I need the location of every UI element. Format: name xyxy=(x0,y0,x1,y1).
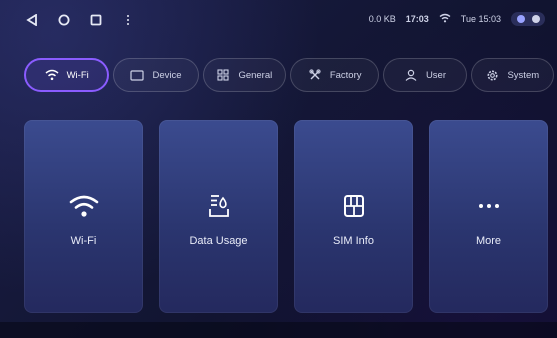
card-label: SIM Info xyxy=(333,235,374,247)
status-indicators: 0.0 KB 17:03 Tue 15:03 xyxy=(369,12,545,26)
tab-label: Factory xyxy=(329,69,362,81)
screen: 0.0 KB 17:03 Tue 15:03 Wi-Fi Device Gene… xyxy=(0,0,557,338)
sim-icon xyxy=(294,190,413,222)
card-label: Wi-Fi xyxy=(70,235,97,247)
tab-system[interactable]: System xyxy=(470,58,554,92)
system-nav xyxy=(24,12,136,28)
more-icon xyxy=(429,190,548,222)
data-usage-icon xyxy=(159,190,278,222)
grid-icon xyxy=(216,68,230,82)
tab-label: User xyxy=(425,69,446,81)
bottom-band xyxy=(0,322,557,338)
tab-label: General xyxy=(238,69,273,81)
tab-factory[interactable]: Factory xyxy=(290,58,380,92)
wifi-icon xyxy=(45,68,59,82)
tools-icon xyxy=(308,68,322,82)
date-time: Tue 15:03 xyxy=(460,14,501,24)
tab-general[interactable]: General xyxy=(202,58,287,92)
tab-label: Device xyxy=(152,69,182,81)
status-bar: 0.0 KB 17:03 Tue 15:03 xyxy=(0,0,557,44)
card-more[interactable]: More xyxy=(429,120,548,313)
menu-dots-icon[interactable] xyxy=(120,12,136,28)
home-icon[interactable] xyxy=(56,12,72,28)
card-label: Data Usage xyxy=(189,235,248,247)
tab-label: Wi-Fi xyxy=(66,69,89,81)
indicator-dot xyxy=(516,15,525,23)
toggle-indicator[interactable] xyxy=(511,12,545,26)
indicator-dot xyxy=(531,15,540,23)
settings-tabs: Wi-Fi Device General Factory User System xyxy=(24,58,554,94)
card-wifi[interactable]: Wi-Fi xyxy=(24,120,143,313)
card-data-usage[interactable]: Data Usage xyxy=(159,120,278,313)
wifi-icon xyxy=(24,190,143,222)
user-icon xyxy=(404,68,418,82)
tab-wifi[interactable]: Wi-Fi xyxy=(24,58,110,92)
card-sim-info[interactable]: SIM Info xyxy=(294,120,413,313)
tab-user[interactable]: User xyxy=(383,58,467,92)
recents-icon[interactable] xyxy=(88,12,104,28)
tab-label: System xyxy=(507,69,540,81)
back-icon[interactable] xyxy=(24,12,40,28)
data-rate: 0.0 KB xyxy=(368,14,396,24)
gear-icon xyxy=(485,68,499,82)
card-label: More xyxy=(475,235,502,247)
settings-cards: Wi-Fi Data Usage SIM Info More xyxy=(24,120,548,313)
tab-device[interactable]: Device xyxy=(113,58,199,92)
device-icon xyxy=(130,68,145,82)
wifi-status-icon xyxy=(439,13,451,25)
clock: 17:03 xyxy=(405,14,429,24)
